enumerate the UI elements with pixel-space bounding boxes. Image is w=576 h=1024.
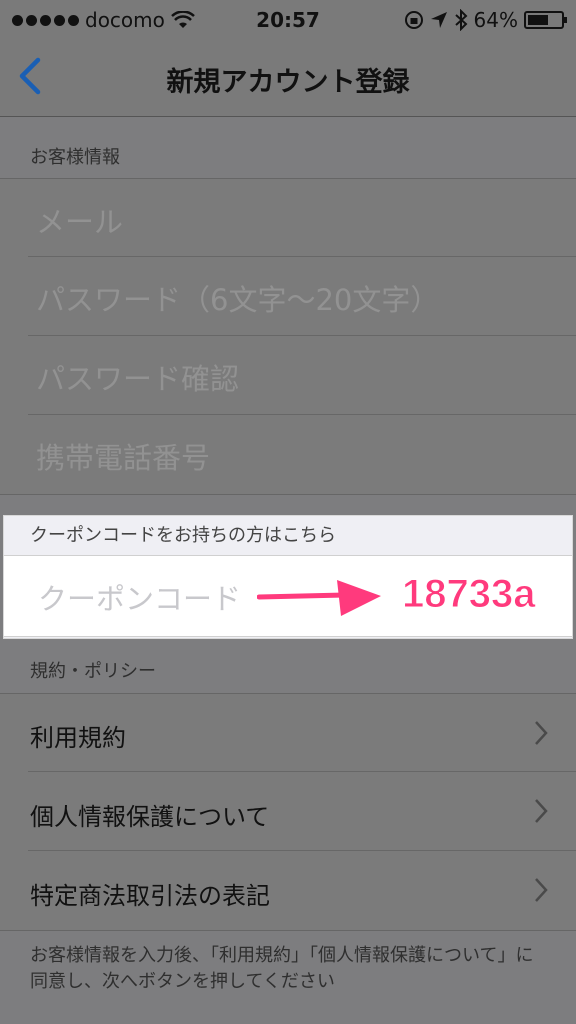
battery-icon: [524, 11, 567, 29]
commercial-law-link[interactable]: 特定商法取引法の表記: [0, 851, 576, 930]
divider: [0, 930, 576, 931]
footer-note: お客様情報を入力後、「利用規約」「個人情報保護について」に同意し、次へボタンを押…: [30, 945, 534, 992]
location-icon: [430, 12, 447, 28]
divider: [0, 494, 576, 495]
status-right: 64%: [404, 8, 567, 32]
section-header-label: お客様情報: [30, 147, 120, 168]
page-title: 新規アカウント登録: [166, 67, 410, 98]
battery-percent: 64%: [473, 8, 518, 32]
terms-label: 利用規約: [30, 724, 126, 752]
coupon-section: クーポンコードをお持ちの方はこちら クーポンコード 18733a: [3, 515, 573, 639]
privacy-link[interactable]: 個人情報保護について: [0, 772, 576, 851]
password-confirm-field[interactable]: パスワード確認: [0, 336, 576, 415]
commercial-law-label: 特定商法取引法の表記: [30, 882, 270, 910]
orientation-lock-icon: [404, 11, 423, 29]
chevron-right-icon: [535, 799, 548, 823]
phone-placeholder: 携帯電話番号: [36, 441, 211, 475]
chevron-right-icon: [535, 878, 548, 902]
email-placeholder: メール: [36, 205, 124, 239]
section-header-coupon: クーポンコードをお持ちの方はこちら: [30, 525, 336, 546]
navigation-bar: 新規アカウント登録: [0, 40, 576, 117]
coupon-code-annotation: 18733a: [401, 572, 536, 617]
terms-link[interactable]: 利用規約: [0, 694, 576, 772]
email-field[interactable]: メール: [0, 179, 576, 257]
arrow-right-icon: [257, 580, 381, 616]
coupon-code-placeholder: クーポンコード: [38, 582, 242, 616]
section-header-label: 規約・ポリシー: [30, 661, 156, 682]
password-field[interactable]: パスワード（6文字〜20文字）: [0, 257, 576, 336]
coupon-code-field[interactable]: クーポンコード 18733a: [4, 555, 572, 637]
privacy-label: 個人情報保護について: [30, 803, 270, 831]
password-placeholder: パスワード（6文字〜20文字）: [36, 283, 440, 317]
phone-field[interactable]: 携帯電話番号: [0, 415, 576, 494]
bluetooth-icon: [454, 9, 467, 31]
chevron-right-icon: [535, 721, 548, 745]
password-confirm-placeholder: パスワード確認: [36, 362, 240, 396]
status-bar: docomo 20:57 64%: [0, 0, 576, 40]
